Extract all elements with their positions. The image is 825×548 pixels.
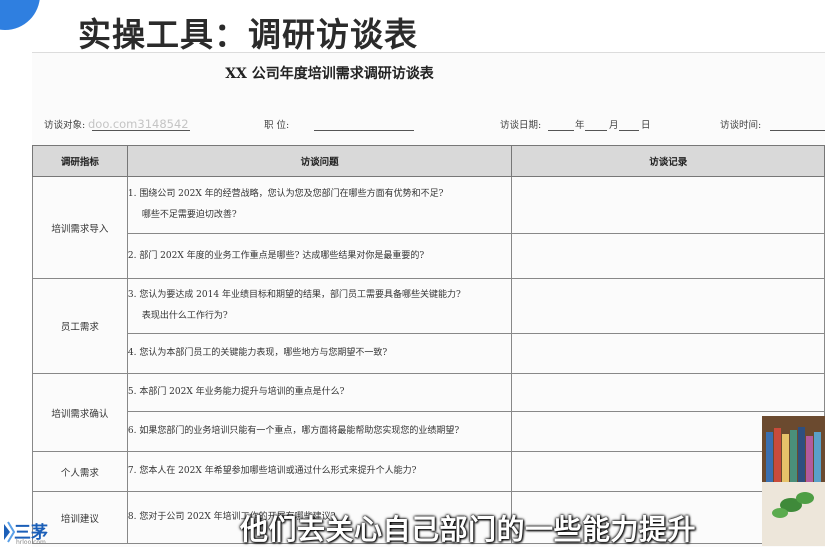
question-text: 3. 您认为要达成 2014 年业绩目标和期望的结果，部门员工需要具备哪些关键能… bbox=[127, 290, 461, 301]
position-field[interactable] bbox=[314, 119, 414, 131]
indicator-cell: 个人需求 bbox=[32, 451, 128, 492]
table-row: 个人需求 7. 您本人在 202X 年希望参加哪些培训或通过什么形式来提升个人能… bbox=[32, 451, 825, 492]
header-record: 访谈记录 bbox=[511, 145, 825, 177]
video-subtitle: 他们去关心自己部门的一些能力提升 bbox=[240, 513, 697, 546]
date-day-field[interactable] bbox=[619, 119, 639, 131]
webcam-thumbnail bbox=[762, 416, 825, 546]
document-title: XX 公司年度培训需求调研访谈表 bbox=[225, 66, 434, 82]
indicator-cell: 培训需求确认 bbox=[32, 373, 128, 452]
indicator-cell: 员工需求 bbox=[32, 278, 128, 374]
indicator-cell: 培训需求导入 bbox=[32, 176, 128, 279]
record-cell[interactable] bbox=[511, 373, 825, 412]
time-field[interactable] bbox=[770, 119, 825, 131]
table-header-row: 调研指标 访谈问题 访谈记录 bbox=[32, 145, 825, 177]
question-text: 4. 您认为本部门员工的关键能力表现，哪些地方与您期望不一致? bbox=[127, 348, 388, 359]
table-row: 2. 部门 202X 年度的业务工作重点是哪些? 达成哪些结果对你是最重要的? bbox=[33, 233, 825, 279]
question-cell: 7. 您本人在 202X 年希望参加哪些培训或通过什么形式来提升个人能力? bbox=[126, 451, 513, 492]
date-year-label: 年 bbox=[575, 120, 585, 131]
plant-area bbox=[762, 482, 825, 546]
question-cell: 2. 部门 202X 年度的业务工作重点是哪些? 达成哪些结果对你是最重要的? bbox=[126, 233, 513, 279]
question-text: 1. 围绕公司 202X 年的经营战略，您认为您及您部门在哪些方面有优势和不足? bbox=[127, 189, 444, 200]
question-text-continued: 哪些不足需要迫切改善? bbox=[141, 210, 237, 220]
date-month-field[interactable] bbox=[585, 119, 607, 131]
date-year-field[interactable] bbox=[548, 119, 574, 131]
record-cell[interactable] bbox=[511, 333, 825, 374]
question-text: 6. 如果您部门的业务培训只能有一个重点，哪方面将最能帮助您实现您的业绩期望? bbox=[127, 426, 460, 437]
bookshelf bbox=[762, 416, 825, 482]
table-row: 4. 您认为本部门员工的关键能力表现，哪些地方与您期望不一致? bbox=[33, 333, 825, 374]
question-cell: 5. 本部门 202X 年业务能力提升与培训的重点是什么? bbox=[126, 373, 513, 412]
interviewee-label: 访谈对象: bbox=[44, 120, 86, 131]
question-cell: 3. 您认为要达成 2014 年业绩目标和期望的结果，部门员工需要具备哪些关键能… bbox=[126, 278, 513, 334]
date-label: 访谈日期: bbox=[500, 120, 542, 131]
question-cell: 6. 如果您部门的业务培训只能有一个重点，哪方面将最能帮助您实现您的业绩期望? bbox=[126, 411, 513, 452]
question-text: 7. 您本人在 202X 年希望参加哪些培训或通过什么形式来提升个人能力? bbox=[127, 466, 417, 477]
date-month-label: 月 bbox=[609, 120, 619, 131]
table-row: 6. 如果您部门的业务培训只能有一个重点，哪方面将最能帮助您实现您的业绩期望? bbox=[33, 411, 825, 452]
document-sheet: XX 公司年度培训需求调研访谈表 访谈对象: doo.com3148542 职 … bbox=[32, 52, 825, 547]
question-cell: 4. 您认为本部门员工的关键能力表现，哪些地方与您期望不一致? bbox=[126, 333, 513, 374]
brand-logo-subtext: hrloo.com bbox=[16, 539, 46, 546]
record-cell[interactable] bbox=[511, 233, 825, 279]
header-question: 访谈问题 bbox=[126, 145, 513, 177]
time-label: 访谈时间: bbox=[720, 120, 762, 131]
question-text: 5. 本部门 202X 年业务能力提升与培训的重点是什么? bbox=[127, 387, 345, 398]
survey-table: 调研指标 访谈问题 访谈记录 培训需求导入 1. 围绕公司 202X 年的经营战… bbox=[32, 145, 825, 544]
question-text-continued: 表现出什么工作行为? bbox=[141, 311, 228, 321]
interviewee-field[interactable] bbox=[92, 119, 190, 131]
table-row: 员工需求 3. 您认为要达成 2014 年业绩目标和期望的结果，部门员工需要具备… bbox=[32, 278, 825, 374]
question-cell: 1. 围绕公司 202X 年的经营战略，您认为您及您部门在哪些方面有优势和不足?… bbox=[126, 176, 513, 234]
record-cell[interactable] bbox=[511, 278, 825, 334]
table-row: 培训需求导入 1. 围绕公司 202X 年的经营战略，您认为您及您部门在哪些方面… bbox=[32, 176, 825, 279]
date-day-label: 日 bbox=[641, 120, 651, 131]
position-label: 职 位: bbox=[264, 120, 290, 131]
record-cell[interactable] bbox=[511, 176, 825, 234]
header-indicator: 调研指标 bbox=[32, 145, 128, 177]
info-row: 访谈对象: doo.com3148542 职 位: 访谈日期: 年 月 日 访谈… bbox=[32, 117, 825, 135]
table-row: 培训需求确认 5. 本部门 202X 年业务能力提升与培训的重点是什么? bbox=[32, 373, 825, 452]
slide-title: 实操工具：调研访谈表 bbox=[78, 15, 418, 54]
question-text: 2. 部门 202X 年度的业务工作重点是哪些? 达成哪些结果对你是最重要的? bbox=[127, 250, 425, 261]
corner-decoration bbox=[0, 0, 40, 30]
